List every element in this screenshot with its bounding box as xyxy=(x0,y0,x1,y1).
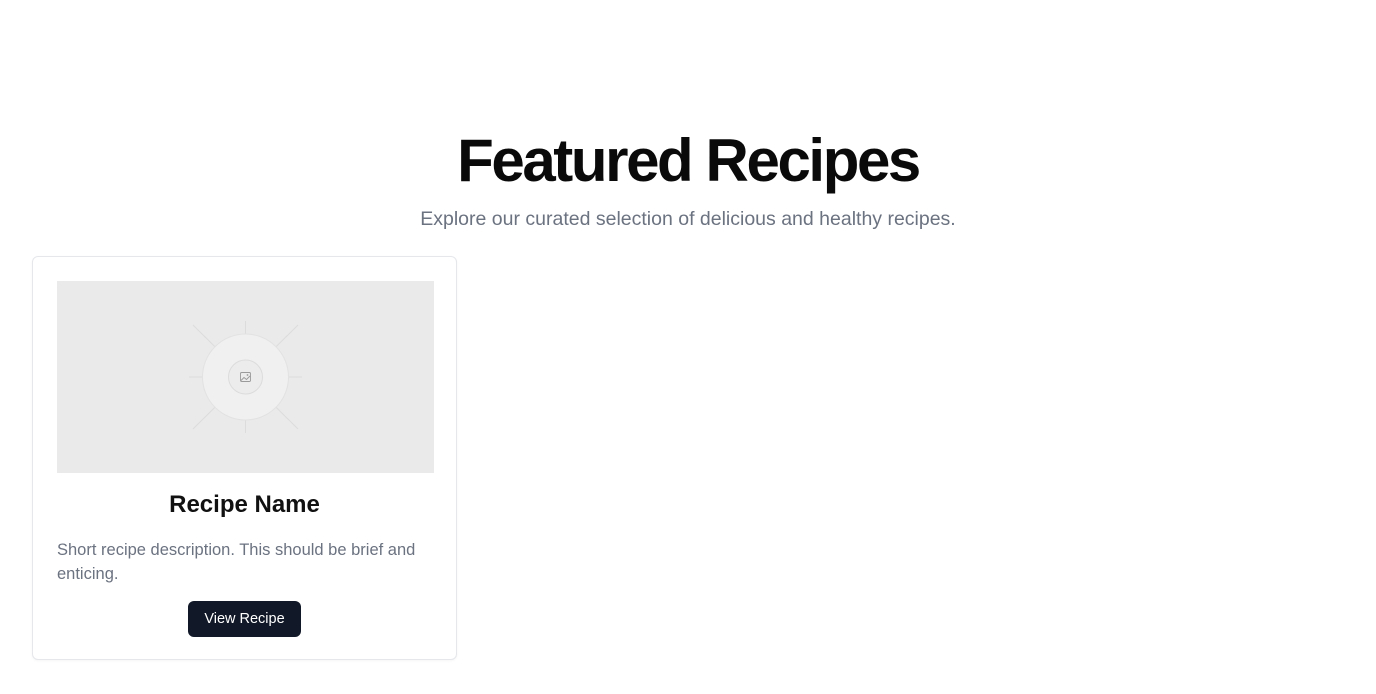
page: Featured Recipes Explore our curated sel… xyxy=(0,0,1376,694)
recipe-name: Recipe Name xyxy=(169,491,320,518)
view-recipe-button[interactable]: View Recipe xyxy=(188,601,301,637)
page-title: Featured Recipes xyxy=(457,127,921,194)
recipe-image-placeholder xyxy=(57,281,434,473)
image-placeholder-icon xyxy=(189,321,302,433)
recipe-actions: View Recipe xyxy=(33,601,456,637)
recipe-description: Short recipe description. This should be… xyxy=(57,541,416,583)
hero-section: Featured Recipes Explore our curated sel… xyxy=(0,126,1376,232)
page-subtitle: Explore our curated selection of delicio… xyxy=(420,208,956,230)
recipe-card: Recipe Name Short recipe description. Th… xyxy=(32,256,457,660)
